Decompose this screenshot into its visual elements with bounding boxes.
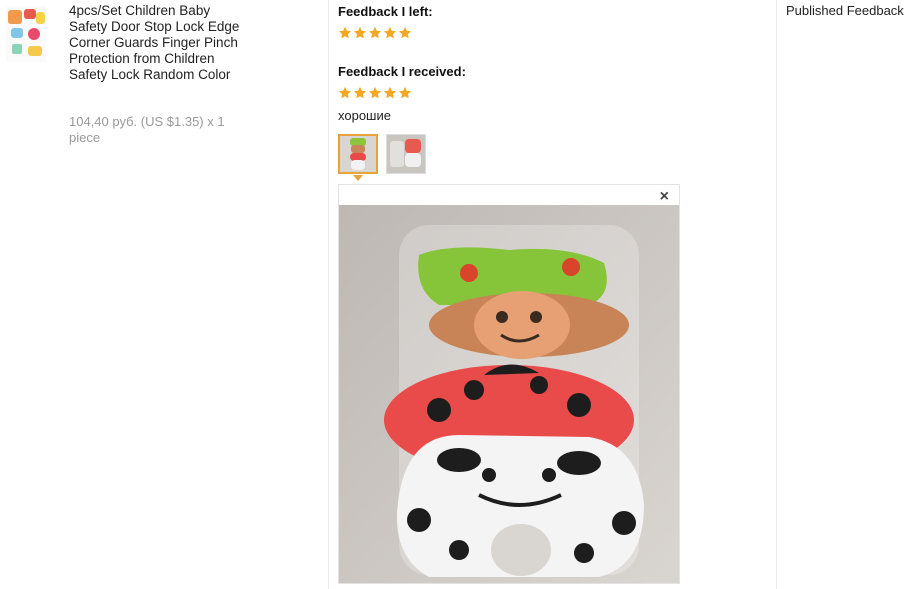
photo-image (339, 205, 679, 583)
selected-photo-indicator (353, 175, 363, 181)
star-icon (398, 86, 412, 99)
feedback-left-stars (338, 26, 412, 40)
star-icon (383, 86, 397, 99)
photo-viewer: × (338, 184, 680, 584)
star-icon (338, 86, 352, 99)
product-price: 104,40 руб. (US $1.35) x 1 piece (69, 114, 225, 145)
feedback-left-label: Feedback I left: (338, 4, 433, 19)
column-divider (328, 0, 329, 589)
photo-thumbnail-image (387, 135, 425, 173)
star-icon (383, 26, 397, 39)
star-icon (368, 26, 382, 39)
column-divider (776, 0, 777, 589)
star-icon (353, 26, 367, 39)
feedback-photo-thumb-2[interactable] (386, 134, 426, 174)
feedback-received-stars (338, 86, 412, 100)
star-icon (353, 86, 367, 99)
feedback-comment: хорошие (338, 108, 391, 123)
star-icon (368, 86, 382, 99)
feedback-status: Published Feedback (786, 3, 904, 18)
feedback-photo-thumb-1[interactable] (338, 134, 378, 174)
star-icon (398, 26, 412, 39)
feedback-photo-large[interactable] (339, 205, 679, 583)
product-title[interactable]: 4pcs/Set Children Baby Safety Door Stop … (69, 3, 247, 83)
product-thumbnail[interactable] (6, 6, 46, 62)
photo-thumbnail-image (340, 136, 376, 172)
product-thumbnail-image (6, 6, 46, 62)
close-icon[interactable]: × (660, 189, 669, 205)
star-icon (338, 26, 352, 39)
feedback-received-label: Feedback I received: (338, 64, 466, 79)
